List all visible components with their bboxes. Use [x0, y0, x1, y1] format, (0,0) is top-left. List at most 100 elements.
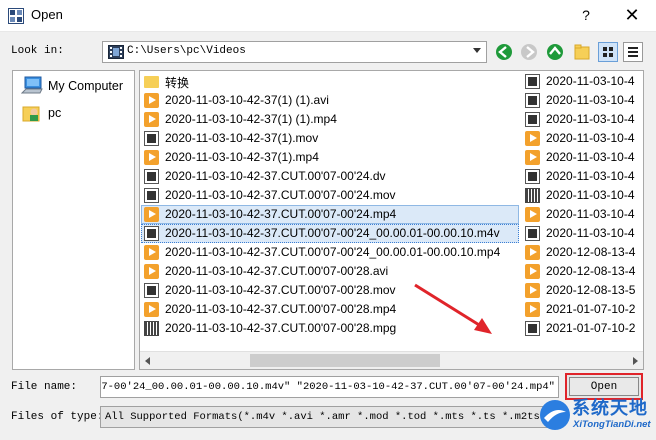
file-row[interactable]: 2020-11-03-10-42-37.CUT.00'07-00'24_00.0…	[141, 243, 519, 262]
video-file-icon	[144, 207, 159, 222]
file-row[interactable]: 2020-11-03-10-4	[522, 91, 643, 110]
file-row[interactable]: 2020-12-08-13-5	[522, 281, 643, 300]
file-row[interactable]: 2020-11-03-10-4	[522, 224, 643, 243]
file-row[interactable]: 2020-11-03-10-42-37.CUT.00'07-00'24.dv	[141, 167, 519, 186]
files-of-type-value: All Supported Formats(*.m4v *.avi *.amr …	[105, 411, 558, 423]
film-file-icon	[144, 226, 159, 241]
file-row[interactable]: 2020-11-03-10-4	[522, 72, 643, 91]
mpg-file-icon	[144, 321, 159, 336]
file-row[interactable]: 2020-11-03-10-4	[522, 167, 643, 186]
file-row[interactable]: 2020-11-03-10-42-37(1).mov	[141, 129, 519, 148]
film-file-icon	[525, 169, 540, 184]
file-list[interactable]: 转换 2020-11-03-10-42-37(1) (1).avi 2020-11-…	[139, 70, 644, 370]
file-name: 2020-11-03-10-4	[546, 74, 635, 88]
video-file-icon	[144, 264, 159, 279]
file-row[interactable]: 2020-11-03-10-4	[522, 129, 643, 148]
video-file-icon	[144, 302, 159, 317]
film-file-icon	[525, 93, 540, 108]
file-name: 2020-12-08-13-4	[546, 264, 636, 278]
look-in-label: Look in:	[11, 45, 64, 57]
file-name: 2020-11-03-10-42-37(1).mp4	[165, 150, 319, 164]
file-row[interactable]: 2020-11-03-10-42-37(1).mp4	[141, 148, 519, 167]
details-view-icon[interactable]	[623, 42, 643, 62]
back-icon[interactable]	[494, 42, 514, 62]
file-row[interactable]: 2020-11-03-10-4	[522, 205, 643, 224]
file-row[interactable]: 2020-11-03-10-4	[522, 186, 643, 205]
file-row[interactable]: 2020-11-03-10-42-37.CUT.00'07-00'28.mov	[141, 281, 519, 300]
file-name: 2020-11-03-10-42-37.CUT.00'07-00'28.mpg	[165, 321, 397, 335]
file-row[interactable]: 转换	[141, 72, 519, 91]
film-file-icon	[144, 188, 159, 203]
video-folder-icon	[108, 45, 124, 59]
new-folder-icon[interactable]	[572, 42, 592, 62]
files-of-type-combo[interactable]: All Supported Formats(*.m4v *.avi *.amr …	[100, 406, 559, 428]
chevron-down-icon[interactable]	[473, 48, 481, 53]
forward-icon[interactable]	[519, 42, 539, 62]
file-name: 2020-11-03-10-42-37.CUT.00'07-00'28.avi	[165, 264, 389, 278]
scrollbar-thumb[interactable]	[250, 354, 440, 367]
file-name: 2020-11-03-10-4	[546, 169, 635, 183]
file-name: 2021-01-07-10-2	[546, 302, 636, 316]
video-file-icon	[525, 131, 540, 146]
file-name: 2020-11-03-10-4	[546, 226, 635, 240]
file-name-label: File name:	[11, 381, 78, 393]
file-row[interactable]: 2020-11-03-10-42-37.CUT.00'07-00'28.mpg	[141, 319, 519, 338]
file-name: 2020-11-03-10-42-37.CUT.00'07-00'24_00.0…	[165, 245, 501, 259]
sidebar-item-pc[interactable]: pc	[13, 103, 134, 125]
file-row[interactable]: 2021-01-07-10-2	[522, 300, 643, 319]
file-row[interactable]: 2020-11-03-10-42-37(1) (1).mp4	[141, 110, 519, 129]
file-name: 2020-11-03-10-42-37(1).mov	[165, 131, 319, 145]
file-row[interactable]: 2021-01-07-10-2	[522, 319, 643, 338]
look-in-value: C:\Users\pc\Videos	[127, 45, 246, 57]
file-row[interactable]: 2020-12-08-13-4	[522, 243, 643, 262]
watermark-title: 系统天地	[572, 398, 648, 418]
close-button[interactable]: ✕	[620, 4, 644, 26]
file-name: 2020-11-03-10-4	[546, 207, 635, 221]
sidebar-item-label: My Computer	[48, 79, 124, 93]
files-of-type-label: Files of type:	[11, 411, 104, 423]
video-file-icon	[525, 245, 540, 260]
video-file-icon	[525, 283, 540, 298]
help-button[interactable]: ?	[576, 5, 596, 25]
list-view-icon[interactable]	[598, 42, 618, 62]
video-file-icon	[144, 245, 159, 260]
film-file-icon	[525, 112, 540, 127]
file-name: 2020-11-03-10-42-37.CUT.00'07-00'24.dv	[165, 169, 386, 183]
film-file-icon	[525, 74, 540, 89]
places-sidebar: My Computer pc	[12, 70, 135, 370]
file-row[interactable]: 2020-11-03-10-42-37.CUT.00'07-00'28.avi	[141, 262, 519, 281]
file-row[interactable]: 2020-11-03-10-42-37.CUT.00'07-00'24.mov	[141, 186, 519, 205]
file-name-value: 00'07-00'24_00.00.01-00.00.10.m4v" "2020…	[100, 381, 555, 393]
file-name: 2020-12-08-13-5	[546, 283, 636, 297]
file-name: 2020-11-03-10-4	[546, 93, 635, 107]
horizontal-scrollbar[interactable]	[140, 351, 643, 369]
watermark-logo-icon	[540, 400, 570, 430]
file-name: 2020-11-03-10-4	[546, 131, 635, 145]
up-folder-icon[interactable]	[545, 42, 565, 62]
scroll-left-icon[interactable]	[145, 357, 150, 365]
file-name: 转换	[165, 76, 190, 90]
watermark-url: XiTongTianDi.net	[573, 419, 651, 430]
scroll-right-icon[interactable]	[633, 357, 638, 365]
file-name-input[interactable]: 00'07-00'24_00.00.01-00.00.10.m4v" "2020…	[100, 376, 559, 398]
file-row[interactable]: 2020-11-03-10-4	[522, 110, 643, 129]
app-icon	[8, 8, 24, 24]
look-in-combo[interactable]: C:\Users\pc\Videos	[102, 41, 487, 63]
file-row[interactable]: 2020-11-03-10-4	[522, 148, 643, 167]
title-bar: Open ? ✕	[0, 0, 656, 32]
file-row[interactable]: 2020-12-08-13-4	[522, 262, 643, 281]
file-name: 2020-11-03-10-42-37.CUT.00'07-00'24.mp4	[165, 207, 397, 221]
file-row[interactable]: 2020-11-03-10-42-37.CUT.00'07-00'24.mp4	[141, 205, 519, 224]
file-row[interactable]: 2020-11-03-10-42-37(1) (1).avi	[141, 91, 519, 110]
video-file-icon	[144, 150, 159, 165]
file-name: 2020-11-03-10-4	[546, 150, 635, 164]
file-name: 2021-01-07-10-2	[546, 321, 636, 335]
file-row[interactable]: 2020-11-03-10-42-37.CUT.00'07-00'28.mp4	[141, 300, 519, 319]
film-file-icon	[525, 226, 540, 241]
file-row[interactable]: 2020-11-03-10-42-37.CUT.00'07-00'24_00.0…	[141, 224, 519, 243]
film-file-icon	[144, 131, 159, 146]
film-file-icon	[144, 283, 159, 298]
watermark-logo: 系统天地 XiTongTianDi.net	[536, 392, 656, 440]
sidebar-item-my-computer[interactable]: My Computer	[13, 76, 134, 98]
film-file-icon	[144, 169, 159, 184]
